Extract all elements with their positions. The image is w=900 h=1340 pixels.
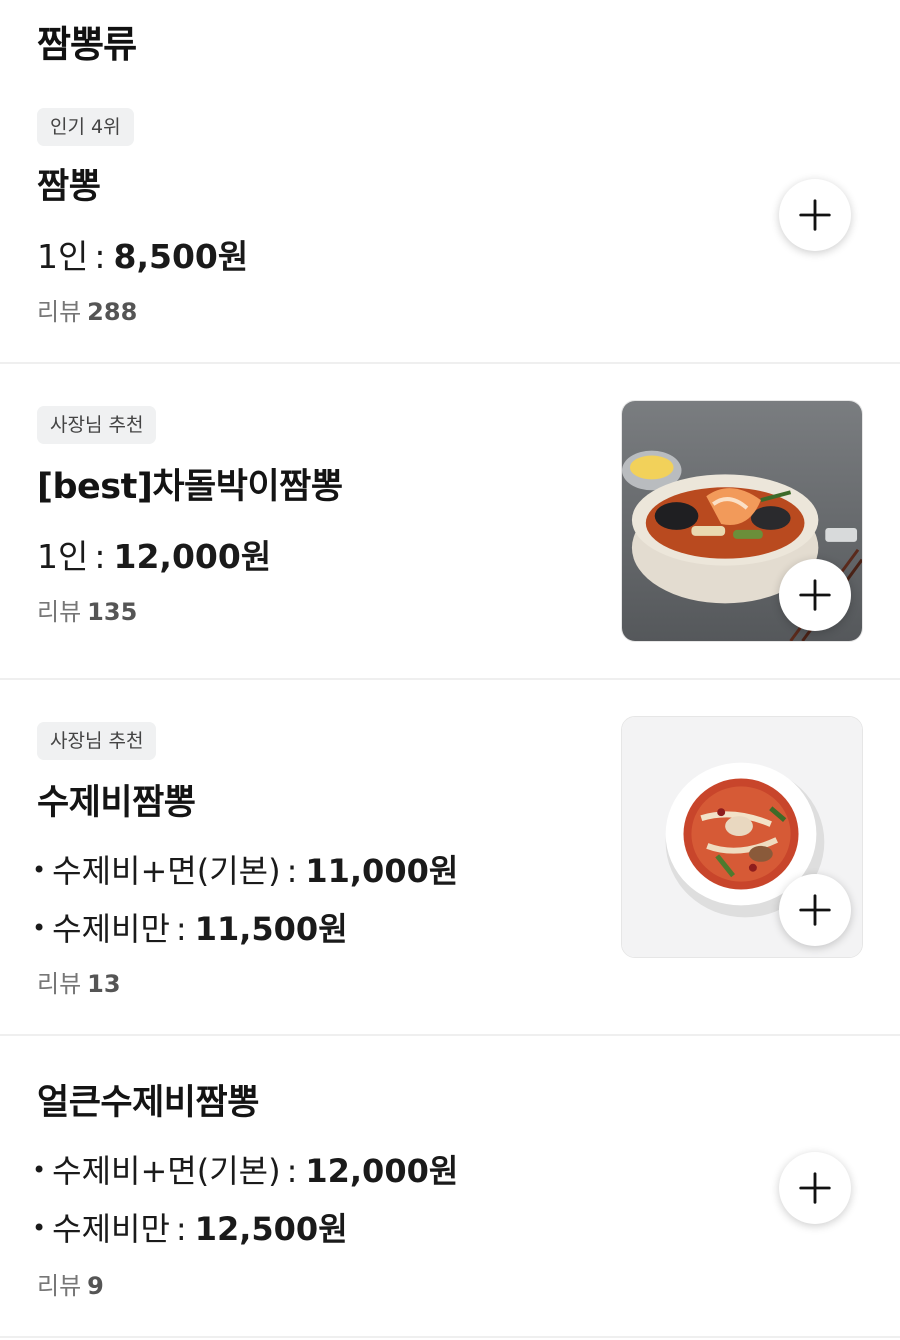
review-label: 리뷰 <box>37 298 82 326</box>
price-separator: : <box>286 1152 298 1190</box>
bullet: • <box>32 914 47 942</box>
menu-item-sujebi-jjambbong[interactable]: 사장님 추천 수제비짬뽕 • 수제비+면(기본):11,000원 • 수제비만:11… <box>0 680 900 1036</box>
price-amount: 8,500원 <box>113 237 249 276</box>
item-name: [best]차돌박이짬뽕 <box>37 467 343 507</box>
plus-icon <box>799 579 831 611</box>
option-label: 수제비만 <box>52 910 170 948</box>
review-count[interactable]: 리뷰 135 <box>37 592 137 627</box>
plus-icon <box>799 1172 831 1204</box>
price-line: 1인:12,000원 <box>37 530 271 578</box>
option-price-line: • 수제비+면(기본):12,000원 <box>32 1146 458 1192</box>
option-price-line: • 수제비+면(기본):11,000원 <box>32 846 458 892</box>
item-name: 수제비짬뽕 <box>37 783 196 823</box>
option-label: 수제비만 <box>52 1210 170 1248</box>
review-count[interactable]: 리뷰 9 <box>37 1266 104 1301</box>
option-amount: 12,000원 <box>305 1152 459 1190</box>
price-separator: : <box>175 910 187 948</box>
review-number: 135 <box>87 598 138 626</box>
rank-badge: 인기 4위 <box>37 108 134 146</box>
add-to-cart-button[interactable] <box>779 1152 851 1224</box>
review-label: 리뷰 <box>37 970 82 998</box>
review-count[interactable]: 리뷰 13 <box>37 964 121 999</box>
bullet: • <box>32 1214 47 1242</box>
option-label: 수제비+면(기본) <box>52 852 281 890</box>
price-amount: 12,000원 <box>113 537 272 576</box>
option-amount: 11,500원 <box>194 910 348 948</box>
item-name: 얼큰수제비짬뽕 <box>37 1083 259 1123</box>
price-line: 1인:8,500원 <box>37 230 248 278</box>
review-label: 리뷰 <box>37 1272 82 1300</box>
review-label: 리뷰 <box>37 598 82 626</box>
bullet: • <box>32 1156 47 1184</box>
add-to-cart-button[interactable] <box>779 559 851 631</box>
price-separator: : <box>175 1210 187 1248</box>
price-separator: : <box>286 852 298 890</box>
recommend-badge: 사장님 추천 <box>37 406 157 444</box>
menu-item-jjambbong[interactable]: 인기 4위 짬뽕 1인:8,500원 리뷰 288 <box>0 0 900 364</box>
plus-icon <box>799 894 831 926</box>
price-label: 1인 <box>37 537 89 576</box>
option-amount: 12,500원 <box>194 1210 348 1248</box>
item-divider <box>0 1336 900 1338</box>
option-price-line: • 수제비만:11,500원 <box>32 904 348 950</box>
review-number: 9 <box>87 1272 104 1300</box>
option-amount: 11,000원 <box>305 852 459 890</box>
price-separator: : <box>94 237 106 276</box>
menu-item-eolkeun-sujebi-jjambbong[interactable]: 얼큰수제비짬뽕 • 수제비+면(기본):12,000원 • 수제비만:12,500원… <box>0 1036 900 1340</box>
review-number: 13 <box>87 970 121 998</box>
plus-icon <box>799 199 831 231</box>
add-to-cart-button[interactable] <box>779 179 851 251</box>
option-label: 수제비+면(기본) <box>52 1152 281 1190</box>
review-count[interactable]: 리뷰 288 <box>37 292 137 327</box>
price-separator: : <box>94 537 106 576</box>
item-name: 짬뽕 <box>37 167 101 207</box>
review-number: 288 <box>87 298 138 326</box>
price-label: 1인 <box>37 237 89 276</box>
menu-category-page: 짬뽕류 인기 4위 짬뽕 1인:8,500원 리뷰 288 사장님 추천 [bes… <box>0 0 900 1340</box>
bullet: • <box>32 856 47 884</box>
add-to-cart-button[interactable] <box>779 874 851 946</box>
recommend-badge: 사장님 추천 <box>37 722 157 760</box>
option-price-line: • 수제비만:12,500원 <box>32 1204 348 1250</box>
menu-item-best-chadol-jjambbong[interactable]: 사장님 추천 [best]차돌박이짬뽕 1인:12,000원 리뷰 135 <box>0 364 900 680</box>
